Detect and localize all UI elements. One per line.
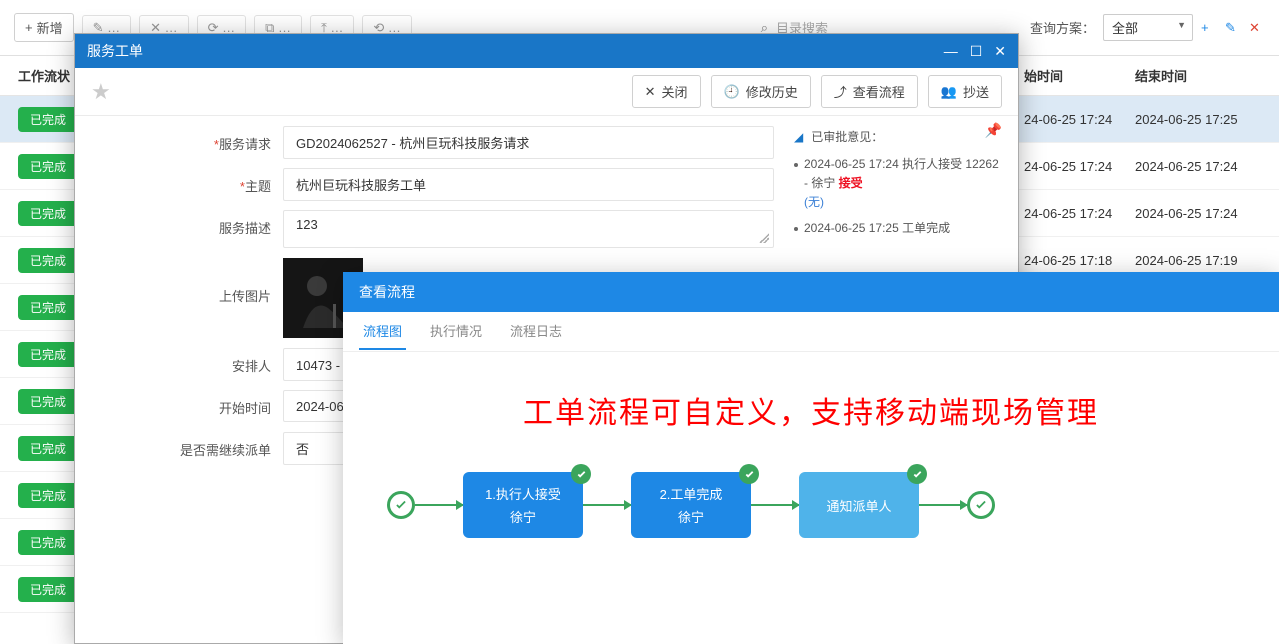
status-badge: 已完成 (18, 530, 78, 555)
cell-start: 24-06-25 17:18 (1024, 253, 1112, 268)
add-scheme-icon[interactable]: + (1201, 20, 1217, 36)
cell-end: 2024-06-25 17:24 (1135, 206, 1238, 221)
label-subject: 主题 (245, 179, 271, 194)
workflow-title: 查看流程 (359, 282, 415, 302)
add-label: 新增 (37, 18, 63, 37)
label-upload: 上传图片 (219, 289, 271, 304)
col-status: 工作流状 (18, 66, 70, 85)
workflow-viewer-dialog: 查看流程 流程图 执行情况 流程日志 工单流程可自定义，支持移动端现场管理 1.… (343, 272, 1279, 644)
status-badge: 已完成 (18, 154, 78, 179)
tab-log[interactable]: 流程日志 (506, 313, 566, 350)
close-button[interactable]: ✕关闭 (632, 75, 701, 108)
close-icon[interactable]: ✕ (994, 43, 1006, 60)
col-start: 始时间 (1024, 66, 1063, 85)
field-desc[interactable]: 123 (283, 210, 774, 248)
bullet-icon (794, 163, 798, 167)
history-button[interactable]: 🕘修改历史 (711, 75, 811, 108)
people-icon: 👥 (941, 84, 957, 100)
dialog-toolbar: ★ ✕关闭 🕘修改历史 ⤴查看流程 👥抄送 (75, 68, 1018, 116)
status-badge: 已完成 (18, 436, 78, 461)
status-badge: 已完成 (18, 389, 78, 414)
favorite-star-icon[interactable]: ★ (91, 79, 111, 105)
flow-node-3[interactable]: 通知派单人 (799, 472, 919, 538)
add-button[interactable]: + 新增 (14, 13, 74, 42)
query-label: 查询方案： (1030, 18, 1095, 37)
query-select[interactable]: 全部 (1103, 14, 1193, 41)
check-icon (907, 464, 927, 484)
label-arranger: 安排人 (232, 359, 271, 374)
x-icon: ✕ (645, 84, 656, 100)
cell-end: 2024-06-25 17:24 (1135, 159, 1238, 174)
edit-scheme-icon[interactable]: ✎ (1225, 20, 1241, 36)
workflow-titlebar[interactable]: 查看流程 (343, 272, 1279, 312)
dialog-title: 服务工单 (87, 41, 143, 61)
flow-diagram: 1.执行人接受 徐宁 2.工单完成 徐宁 通知派单人 (387, 472, 995, 538)
field-subject[interactable]: 杭州巨玩科技服务工单 (283, 168, 774, 201)
flow-arrow (751, 504, 799, 506)
status-badge: 已完成 (18, 107, 78, 132)
pin-icon[interactable]: 📌 (985, 122, 1002, 139)
tab-exec[interactable]: 执行情况 (426, 313, 486, 350)
bullet-icon (794, 227, 798, 231)
col-end: 结束时间 (1135, 66, 1187, 85)
share-icon: ⤴ (834, 82, 847, 101)
workflow-canvas: 工单流程可自定义，支持移动端现场管理 1.执行人接受 徐宁 2.工单完成 徐宁 … (343, 352, 1279, 644)
field-request[interactable]: GD2024062527 - 杭州巨玩科技服务请求 (283, 126, 774, 159)
status-badge: 已完成 (18, 248, 78, 273)
status-badge: 已完成 (18, 483, 78, 508)
flow-arrow (919, 504, 967, 506)
minimize-icon[interactable]: — (944, 43, 958, 60)
flow-arrow (583, 504, 631, 506)
maximize-icon[interactable]: ☐ (970, 43, 983, 60)
audit-title: 已审批意见： (811, 128, 883, 145)
cell-start: 24-06-25 17:24 (1024, 159, 1112, 174)
none-text: (无) (804, 195, 824, 209)
cc-button[interactable]: 👥抄送 (928, 75, 1002, 108)
cell-start: 24-06-25 17:24 (1024, 206, 1112, 221)
clock-icon: 🕘 (724, 84, 740, 100)
view-flow-button[interactable]: ⤴查看流程 (821, 75, 918, 108)
label-start: 开始时间 (219, 401, 271, 416)
flow-node-2[interactable]: 2.工单完成 徐宁 (631, 472, 751, 538)
status-badge: 已完成 (18, 342, 78, 367)
banner-text: 工单流程可自定义，支持移动端现场管理 (523, 388, 1099, 432)
status-badge: 已完成 (18, 577, 78, 602)
audit-entry: 2024-06-25 17:24 执行人接受 12262 - 徐宁 接受 (无) (794, 155, 1006, 213)
dialog-titlebar[interactable]: 服务工单 — ☐ ✕ (75, 34, 1018, 68)
cell-end: 2024-06-25 17:25 (1135, 112, 1238, 127)
audit-entry: 2024-06-25 17:25 工单完成 (794, 219, 1006, 238)
tab-diagram[interactable]: 流程图 (359, 313, 406, 350)
flow-node-1[interactable]: 1.执行人接受 徐宁 (463, 472, 583, 538)
check-icon (571, 464, 591, 484)
check-icon (739, 464, 759, 484)
flow-start-node[interactable] (387, 491, 415, 519)
delete-scheme-icon[interactable]: ✕ (1249, 20, 1265, 36)
flow-arrow (415, 504, 463, 506)
cell-end: 2024-06-25 17:19 (1135, 253, 1238, 268)
label-continue: 是否需继续派单 (180, 443, 271, 458)
caret-icon[interactable]: ◢ (794, 130, 803, 144)
status-badge: 已完成 (18, 295, 78, 320)
plus-icon: + (25, 20, 33, 35)
flow-end-node[interactable] (967, 491, 995, 519)
workflow-tabs: 流程图 执行情况 流程日志 (343, 312, 1279, 352)
accept-text: 接受 (839, 176, 863, 190)
label-desc: 服务描述 (219, 221, 271, 236)
label-request: 服务请求 (219, 137, 271, 152)
status-badge: 已完成 (18, 201, 78, 226)
cell-start: 24-06-25 17:24 (1024, 112, 1112, 127)
